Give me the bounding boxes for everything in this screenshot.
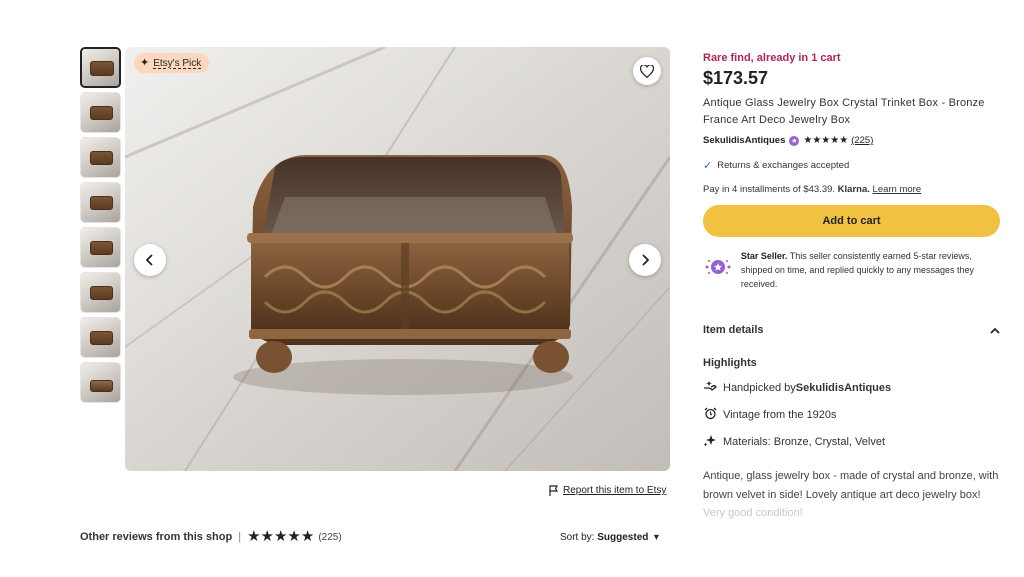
- sparkles-icon: [703, 434, 717, 450]
- sort-dropdown[interactable]: Sort by: Suggested ▾: [560, 532, 659, 543]
- sparkle-icon: ✦: [140, 56, 150, 69]
- caret-down-icon: ▾: [651, 532, 659, 543]
- returns-label: Returns & exchanges accepted: [717, 160, 850, 171]
- highlight-vintage: Vintage from the 1920s: [703, 407, 837, 423]
- chevron-right-icon: [642, 254, 650, 266]
- thumbnail[interactable]: [80, 362, 121, 403]
- item-details-toggle[interactable]: Item details: [703, 324, 1000, 336]
- price: $173.57: [703, 68, 769, 88]
- previous-image-button[interactable]: [134, 244, 166, 276]
- check-icon: ✓: [703, 160, 713, 172]
- sort-value: Suggested: [597, 532, 649, 543]
- shop-info: SekulidisAntiques ★ ★★★★★ (225): [703, 135, 1000, 146]
- star-seller-title: Star Seller.: [740, 251, 788, 261]
- etsys-pick-badge[interactable]: ✦ Etsy's Pick: [134, 53, 210, 73]
- highlight-text: Handpicked by: [723, 381, 796, 394]
- highlight-text: Vintage from the 1920s: [723, 409, 837, 421]
- rating-stars-icon: ★★★★★: [803, 135, 849, 146]
- sort-label: Sort by:: [560, 532, 595, 543]
- thumbnail[interactable]: [80, 182, 121, 223]
- separator: |: [238, 531, 242, 543]
- thumbnail[interactable]: [80, 92, 121, 133]
- item-description: Antique, glass jewelry box - made of cry…: [703, 467, 1000, 523]
- highlights-title: Highlights: [703, 357, 757, 369]
- star-seller-badge-icon: ★: [789, 135, 800, 146]
- hand-icon: [703, 380, 717, 395]
- chevron-left-icon: [145, 254, 153, 266]
- highlight-materials: Materials: Bronze, Crystal, Velvet: [703, 434, 885, 450]
- reviews-title: Other reviews from this shop: [80, 531, 233, 543]
- thumbnail[interactable]: [80, 47, 121, 88]
- product-title: Antique Glass Jewelry Box Crystal Trinke…: [703, 97, 985, 126]
- thumbnail[interactable]: [80, 227, 121, 268]
- installments-info: Pay in 4 installments of $43.39. Klarna.…: [703, 184, 1000, 195]
- badge-label: Etsy's Pick: [153, 57, 202, 69]
- star-seller-text: Star Seller. This seller consistently ea…: [741, 249, 1000, 291]
- chevron-up-icon: [990, 327, 1000, 334]
- review-count-link[interactable]: (225): [851, 135, 873, 146]
- flag-icon: [549, 485, 559, 496]
- thumbnail-list: [80, 47, 122, 407]
- product-photo: [125, 47, 670, 471]
- report-link[interactable]: Report this item to Etsy: [563, 485, 666, 496]
- shop-name-link[interactable]: SekulidisAntiques: [796, 382, 891, 394]
- description-faded-text: Very good condition!: [703, 507, 803, 519]
- alarm-clock-icon: [703, 407, 717, 423]
- klarna-logo: Klarna.: [837, 184, 870, 195]
- thumbnail[interactable]: [80, 317, 121, 358]
- add-to-cart-button[interactable]: Add to cart: [703, 205, 1000, 237]
- shop-name-link[interactable]: SekulidisAntiques: [703, 135, 785, 146]
- thumbnail[interactable]: [80, 137, 121, 178]
- next-image-button[interactable]: [629, 244, 661, 276]
- learn-more-link[interactable]: Learn more: [873, 184, 922, 195]
- highlight-handpicked: Handpicked by SekulidisAntiques: [703, 380, 891, 395]
- heart-icon: [640, 64, 654, 78]
- star-rating-icon: ★★★★★: [247, 528, 315, 545]
- star-seller-info: Star Seller. This seller consistently ea…: [703, 249, 1000, 291]
- installments-text: Pay in 4 installments of $43.39.: [703, 184, 836, 195]
- buy-box: Rare find, already in 1 cart $173.57 Ant…: [703, 52, 1000, 291]
- thumbnail[interactable]: [80, 272, 121, 313]
- star-seller-icon: [703, 252, 733, 282]
- review-count: (225): [318, 531, 342, 543]
- report-item[interactable]: Report this item to Etsy: [549, 485, 666, 496]
- favorite-button[interactable]: [633, 57, 661, 85]
- description-text: Antique, glass jewelry box - made of cry…: [703, 470, 999, 501]
- returns-info: ✓ Returns & exchanges accepted: [703, 159, 1000, 172]
- highlight-text: Materials: Bronze, Crystal, Velvet: [723, 436, 886, 448]
- item-details-title: Item details: [703, 324, 764, 336]
- rare-find-notice: Rare find, already in 1 cart: [703, 52, 841, 64]
- product-image[interactable]: ✦ Etsy's Pick: [125, 47, 670, 471]
